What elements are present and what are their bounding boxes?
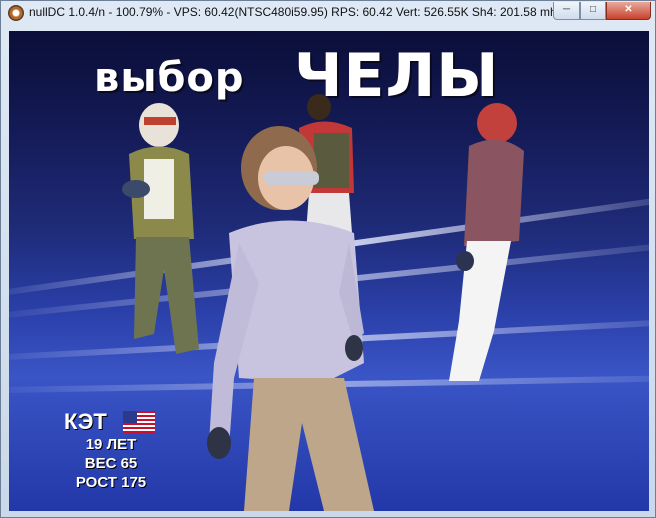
character-height: РОСТ 175 <box>75 474 147 491</box>
title-bar[interactable]: nullDC 1.0.4/n - 100.79% - VPS: 60.42(NT… <box>1 1 655 25</box>
close-icon: ✕ <box>624 4 633 15</box>
character-selected[interactable] <box>204 123 384 511</box>
header-word-1: выбор <box>94 55 245 101</box>
window-title: nullDC 1.0.4/n - 100.79% - VPS: 60.42(NT… <box>29 5 563 19</box>
maximize-icon: □ <box>589 4 597 15</box>
emulator-window: nullDC 1.0.4/n - 100.79% - VPS: 60.42(NT… <box>0 0 656 518</box>
character-weight: ВЕС 65 <box>84 455 138 472</box>
character-age: 19 ЛЕТ <box>85 436 137 453</box>
minimize-icon: ─ <box>562 4 571 15</box>
character-right[interactable] <box>429 101 529 381</box>
close-button[interactable]: ✕ <box>606 2 651 20</box>
us-flag-icon <box>123 411 155 433</box>
character-name: КЭТ <box>64 409 107 434</box>
maximize-button[interactable]: □ <box>580 2 606 20</box>
game-viewport[interactable]: выбор ЧЕЛЫ КЭТ 19 ЛЕТ ВЕС 65 РОСТ 175 <box>9 31 649 511</box>
minimize-button[interactable]: ─ <box>553 2 580 20</box>
app-icon <box>8 5 24 21</box>
